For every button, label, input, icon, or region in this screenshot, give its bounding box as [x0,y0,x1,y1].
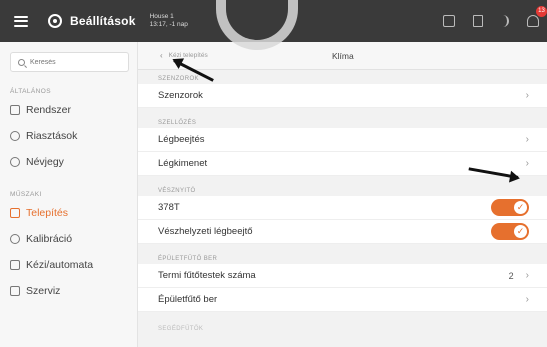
sidebar-item-label: Szerviz [26,285,61,297]
calibration-icon [10,234,20,244]
menu-icon[interactable] [14,15,28,27]
service-icon [10,286,20,296]
section-ventilation: SZELLŐZÉS [158,120,197,126]
toggle-378t[interactable]: ✓ [491,199,529,216]
row-label: Légbeejtés [158,134,205,145]
section-building-heater: ÉPÜLETFŰTŐ BER [158,256,218,262]
sidebar-item-installation[interactable]: Telepítés [0,200,137,226]
notification-badge: 13 [536,6,547,17]
house-name: House 1 [149,13,174,20]
info-icon [10,157,20,167]
heater-count-value: 2 [508,270,514,281]
section-emergency-opener: VÉSZNYITÓ [158,188,196,194]
alarm-icon [10,131,20,141]
sidebar-item-system[interactable]: Rendszer [0,97,137,123]
main-title: Klíma [332,50,354,61]
installation-icon [10,208,20,218]
sidebar-item-service[interactable]: Szerviz [0,278,137,304]
chevron-right-icon: › [525,294,529,305]
chevron-right-icon: › [525,270,529,281]
chevron-right-icon: › [525,158,529,169]
notification-bell-icon[interactable] [527,15,539,27]
sidebar-item-label: Riasztások [26,130,78,142]
check-icon: ✓ [514,225,527,238]
row-building-heater[interactable]: Épületfűtő ber › [138,288,547,312]
main-header: ‹ Kézi telepítés Klíma [138,42,547,70]
sidebar-section-general: ÁLTALÁNOS [10,88,51,95]
row-label: Épületfűtő ber [158,294,218,305]
main-panel: ‹ Kézi telepítés Klíma SZENZOROK Szenzor… [138,42,547,347]
settings-gear-icon [48,14,62,28]
house-selector[interactable]: House 1 13:17, -1 nap [150,13,188,29]
sidebar-item-alarms[interactable]: Riasztások [0,123,137,149]
home-icon[interactable] [443,15,455,27]
chevron-right-icon: › [525,90,529,101]
system-icon [10,105,20,115]
sidebar-item-manual-auto[interactable]: Kézi/automata [0,252,137,278]
page-title: Beállítások [70,14,136,28]
chevron-right-icon: › [525,134,529,145]
row-label: Szenzorok [158,90,203,101]
check-icon: ✓ [514,201,527,214]
chevron-left-icon: ‹ [160,51,163,60]
row-378t: 378T ✓ [138,196,547,220]
row-label: Vészhelyzeti légbeejtő [158,226,253,237]
sidebar-section-technical: MŰSZAKI [10,191,42,198]
section-aux-heaters: SEGÉDFŰTŐK [158,326,204,332]
row-label: 378T [158,202,180,213]
signal-icon[interactable] [501,15,509,27]
row-heater-count[interactable]: Termi fűtőtestek száma 2 › [138,264,547,288]
toggle-emergency-inlet[interactable]: ✓ [491,223,529,240]
document-icon[interactable] [473,15,483,27]
search-icon [18,58,25,66]
house-time: 13:17, -1 nap [149,21,188,28]
sidebar-item-label: Rendszer [26,104,71,116]
row-emergency-inlet: Vészhelyzeti légbeejtő ✓ [138,220,547,244]
sidebar-item-calibration[interactable]: Kalibráció [0,226,137,252]
sidebar: ÁLTALÁNOS Rendszer Riasztások Névjegy MŰ… [0,42,138,347]
sidebar-item-label: Kézi/automata [26,259,94,271]
search-input[interactable] [30,58,125,66]
sidebar-item-label: Telepítés [26,207,69,219]
sidebar-item-label: Névjegy [26,156,64,168]
manual-auto-icon [10,260,20,270]
row-air-inlet[interactable]: Légbeejtés › [138,128,547,152]
search-box[interactable] [10,52,129,72]
sidebar-item-about[interactable]: Névjegy [0,149,137,175]
sidebar-item-label: Kalibráció [26,233,73,245]
row-label: Légkimenet [158,158,208,169]
row-sensors[interactable]: Szenzorok › [138,84,547,108]
row-label: Termi fűtőtestek száma [158,270,256,281]
